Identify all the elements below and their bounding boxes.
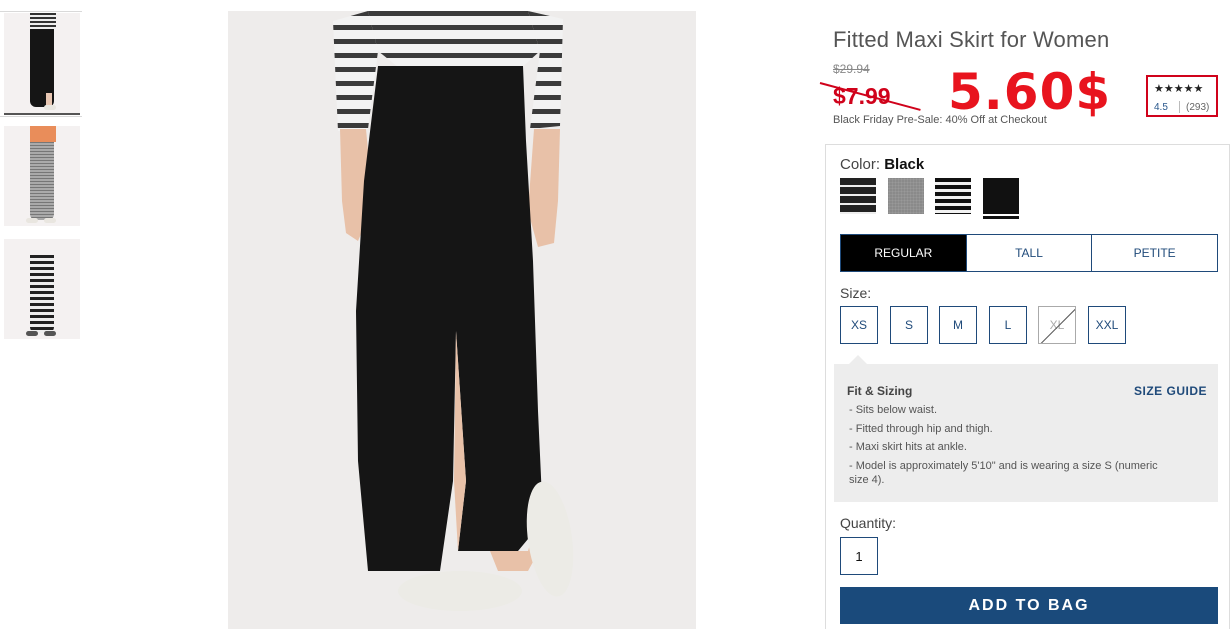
thumbnail-skirt	[30, 142, 54, 220]
thumbnail-shoe	[26, 331, 38, 336]
star-rating-icon: ★★★★★	[1154, 83, 1204, 95]
thumbnail-3[interactable]	[4, 239, 80, 339]
main-product-image[interactable]	[228, 11, 696, 629]
fit-tabs: REGULAR TALL PETITE	[840, 234, 1218, 272]
quantity-input[interactable]	[840, 537, 878, 575]
review-count[interactable]: (293)	[1186, 102, 1209, 113]
thumbnail-shoe	[44, 218, 56, 223]
color-swatch-grey[interactable]	[888, 178, 924, 214]
thumbnail-shoe	[44, 331, 56, 336]
promo-text: Black Friday Pre-Sale: 40% Off at Checko…	[833, 114, 1047, 126]
thumbnail-shoe	[26, 218, 38, 223]
divider	[0, 116, 82, 117]
rating-value[interactable]: 4.5	[1154, 102, 1168, 113]
size-button-l[interactable]: L	[989, 306, 1027, 344]
size-button-m[interactable]: M	[939, 306, 977, 344]
size-button-xxl[interactable]: XXL	[1088, 306, 1126, 344]
tab-tall[interactable]: TALL	[965, 235, 1092, 271]
unavailable-strike-icon	[1040, 307, 1075, 343]
divider	[1179, 101, 1180, 113]
quantity-label: Quantity:	[840, 515, 897, 531]
size-button-xl: XL	[1038, 306, 1076, 344]
color-label-text: Color:	[840, 156, 881, 173]
add-to-bag-button[interactable]: ADD TO BAG	[840, 587, 1218, 624]
color-swatch-black[interactable]	[983, 178, 1019, 214]
selected-color: Black	[884, 156, 925, 173]
selected-swatch-indicator	[983, 216, 1019, 219]
thumbnail-top	[30, 239, 56, 255]
divider	[0, 11, 82, 12]
product-photo	[333, 11, 574, 611]
thumbnail-skirt	[30, 255, 54, 333]
thumbnail-shoe	[44, 105, 56, 110]
tab-petite[interactable]: PETITE	[1091, 235, 1217, 271]
annotated-price: 5.60$	[948, 63, 1112, 121]
size-button-xs[interactable]: XS	[840, 306, 878, 344]
thumbnail-2[interactable]	[4, 126, 80, 226]
fit-sizing-list: - Sits below waist. - Fitted through hip…	[849, 403, 1189, 491]
size-guide-link[interactable]: SIZE GUIDE	[1134, 384, 1207, 398]
fit-sizing-title: Fit & Sizing	[847, 384, 913, 398]
thumbnail-1[interactable]	[4, 13, 80, 115]
product-title: Fitted Maxi Skirt for Women	[833, 27, 1110, 52]
thumbnail-top	[30, 126, 56, 142]
original-price: $29.94	[833, 62, 870, 76]
size-label: Size:	[840, 285, 872, 301]
list-item: - Model is approximately 5'10" and is we…	[849, 459, 1158, 486]
size-button-s[interactable]: S	[890, 306, 928, 344]
list-item: - Fitted through hip and thigh.	[849, 422, 993, 435]
rating-widget[interactable]: ★★★★★ 4.5 (293)	[1146, 75, 1218, 117]
list-item: - Sits below waist.	[849, 404, 938, 416]
thumbnail-top	[30, 13, 56, 29]
color-label: Color: Black	[840, 156, 924, 173]
list-item: - Maxi skirt hits at ankle.	[849, 441, 967, 453]
tab-regular[interactable]: REGULAR	[841, 235, 966, 271]
color-swatch-white-stripe[interactable]	[935, 178, 971, 214]
color-swatch-stripe[interactable]	[840, 178, 876, 214]
